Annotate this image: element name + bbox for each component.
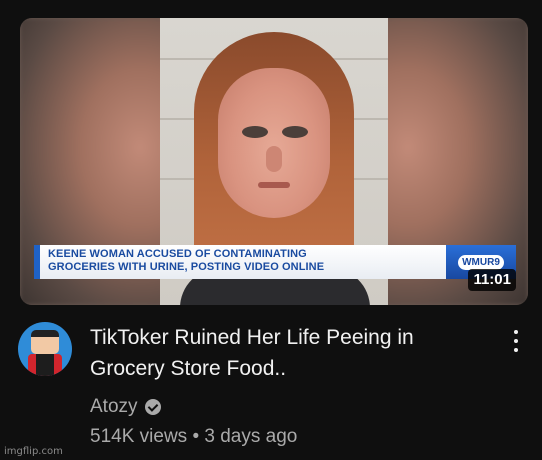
video-title[interactable]: TikToker Ruined Her Life Peeing in Groce… [90, 322, 480, 384]
menu-dot [514, 348, 518, 352]
video-title-line-2: Grocery Store Food.. [90, 357, 287, 380]
avatar-collar [36, 354, 54, 376]
eye-shape [242, 126, 268, 138]
lower-third-line-1: KEENE WOMAN ACCUSED OF CONTAMINATING [48, 248, 307, 260]
nose-shape [266, 146, 282, 172]
menu-dot [514, 339, 518, 343]
mouth-shape [258, 182, 290, 188]
duration-badge: 11:01 [468, 269, 516, 291]
video-thumbnail[interactable]: KEENE WOMAN ACCUSED OF CONTAMINATING GRO… [20, 18, 528, 305]
kebab-menu-icon[interactable] [508, 328, 524, 354]
meta-separator: • [192, 426, 200, 447]
station-logo-text: WMUR9 [458, 254, 504, 270]
video-title-line-1: TikToker Ruined Her Life Peeing in [90, 326, 414, 349]
eye-shape [282, 126, 308, 138]
avatar-head [31, 330, 59, 354]
video-card: KEENE WOMAN ACCUSED OF CONTAMINATING GRO… [0, 0, 542, 460]
channel-avatar-icon[interactable] [18, 322, 72, 376]
watermark: imgflip.com [4, 446, 63, 457]
news-lower-third: KEENE WOMAN ACCUSED OF CONTAMINATING GRO… [34, 245, 446, 279]
video-metadata: 514K views • 3 days ago [90, 425, 297, 449]
verified-check-icon [144, 399, 161, 415]
lower-third-line-2: GROCERIES WITH URINE, POSTING VIDEO ONLI… [48, 261, 325, 273]
face-shape [218, 68, 330, 218]
menu-dot [514, 330, 518, 334]
channel-name[interactable]: Atozy [90, 395, 138, 419]
upload-age: 3 days ago [204, 426, 298, 447]
view-count: 514K views [90, 426, 188, 447]
channel-row: Atozy [90, 395, 161, 419]
